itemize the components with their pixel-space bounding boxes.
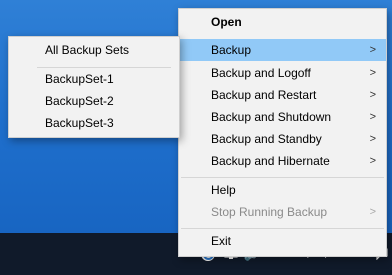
menu-item-stop-running-label: Stop Running Backup bbox=[211, 205, 328, 219]
submenu-item-backupset-3-label: BackupSet-3 bbox=[45, 116, 114, 130]
submenu-arrow-icon: > bbox=[369, 89, 376, 101]
submenu-arrow-icon: > bbox=[369, 67, 376, 79]
menu-item-help-label: Help bbox=[211, 183, 236, 197]
submenu-arrow-icon: > bbox=[369, 44, 376, 56]
submenu-arrow-icon: > bbox=[369, 206, 376, 218]
tray-context-menu: Open Backup > Backup and Logoff > Backup… bbox=[178, 8, 387, 257]
menu-item-backup-shutdown[interactable]: Backup and Shutdown > bbox=[179, 106, 386, 128]
menu-item-help[interactable]: Help bbox=[179, 179, 386, 201]
menu-item-backup-label: Backup bbox=[211, 43, 252, 57]
submenu-item-all-backup-sets-label: All Backup Sets bbox=[45, 43, 130, 57]
submenu-arrow-icon: > bbox=[369, 133, 376, 145]
submenu-item-backupset-1-label: BackupSet-1 bbox=[45, 72, 114, 86]
submenu-item-backupset-1[interactable]: BackupSet-1 bbox=[9, 68, 179, 90]
menu-separator bbox=[181, 228, 384, 229]
menu-item-backup-restart[interactable]: Backup and Restart > bbox=[179, 84, 386, 106]
menu-item-backup-logoff[interactable]: Backup and Logoff > bbox=[179, 62, 386, 84]
submenu-arrow-icon: > bbox=[369, 111, 376, 123]
menu-item-exit[interactable]: Exit bbox=[179, 230, 386, 252]
menu-item-stop-running-backup: Stop Running Backup > bbox=[179, 201, 386, 223]
menu-item-backup-hibernate-label: Backup and Hibernate bbox=[211, 154, 330, 168]
menu-item-backup-standby-label: Backup and Standby bbox=[211, 132, 322, 146]
menu-item-exit-label: Exit bbox=[211, 234, 232, 248]
menu-item-backup-standby[interactable]: Backup and Standby > bbox=[179, 128, 386, 150]
submenu-item-backupset-2[interactable]: BackupSet-2 bbox=[9, 90, 179, 112]
menu-separator bbox=[181, 177, 384, 178]
submenu-item-backupset-3[interactable]: BackupSet-3 bbox=[9, 112, 179, 134]
submenu-item-backupset-2-label: BackupSet-2 bbox=[45, 94, 114, 108]
submenu-item-all-backup-sets[interactable]: All Backup Sets bbox=[9, 39, 179, 61]
menu-item-open[interactable]: Open bbox=[179, 11, 386, 33]
menu-item-backup-hibernate[interactable]: Backup and Hibernate > bbox=[179, 150, 386, 172]
menu-item-open-label: Open bbox=[211, 15, 242, 29]
menu-item-backup-restart-label: Backup and Restart bbox=[211, 88, 317, 102]
submenu-arrow-icon: > bbox=[369, 155, 376, 167]
menu-item-backup[interactable]: Backup > bbox=[179, 39, 386, 61]
menu-item-backup-shutdown-label: Backup and Shutdown bbox=[211, 110, 332, 124]
backup-submenu: All Backup Sets BackupSet-1 BackupSet-2 … bbox=[8, 36, 180, 138]
menu-item-backup-logoff-label: Backup and Logoff bbox=[211, 66, 311, 80]
